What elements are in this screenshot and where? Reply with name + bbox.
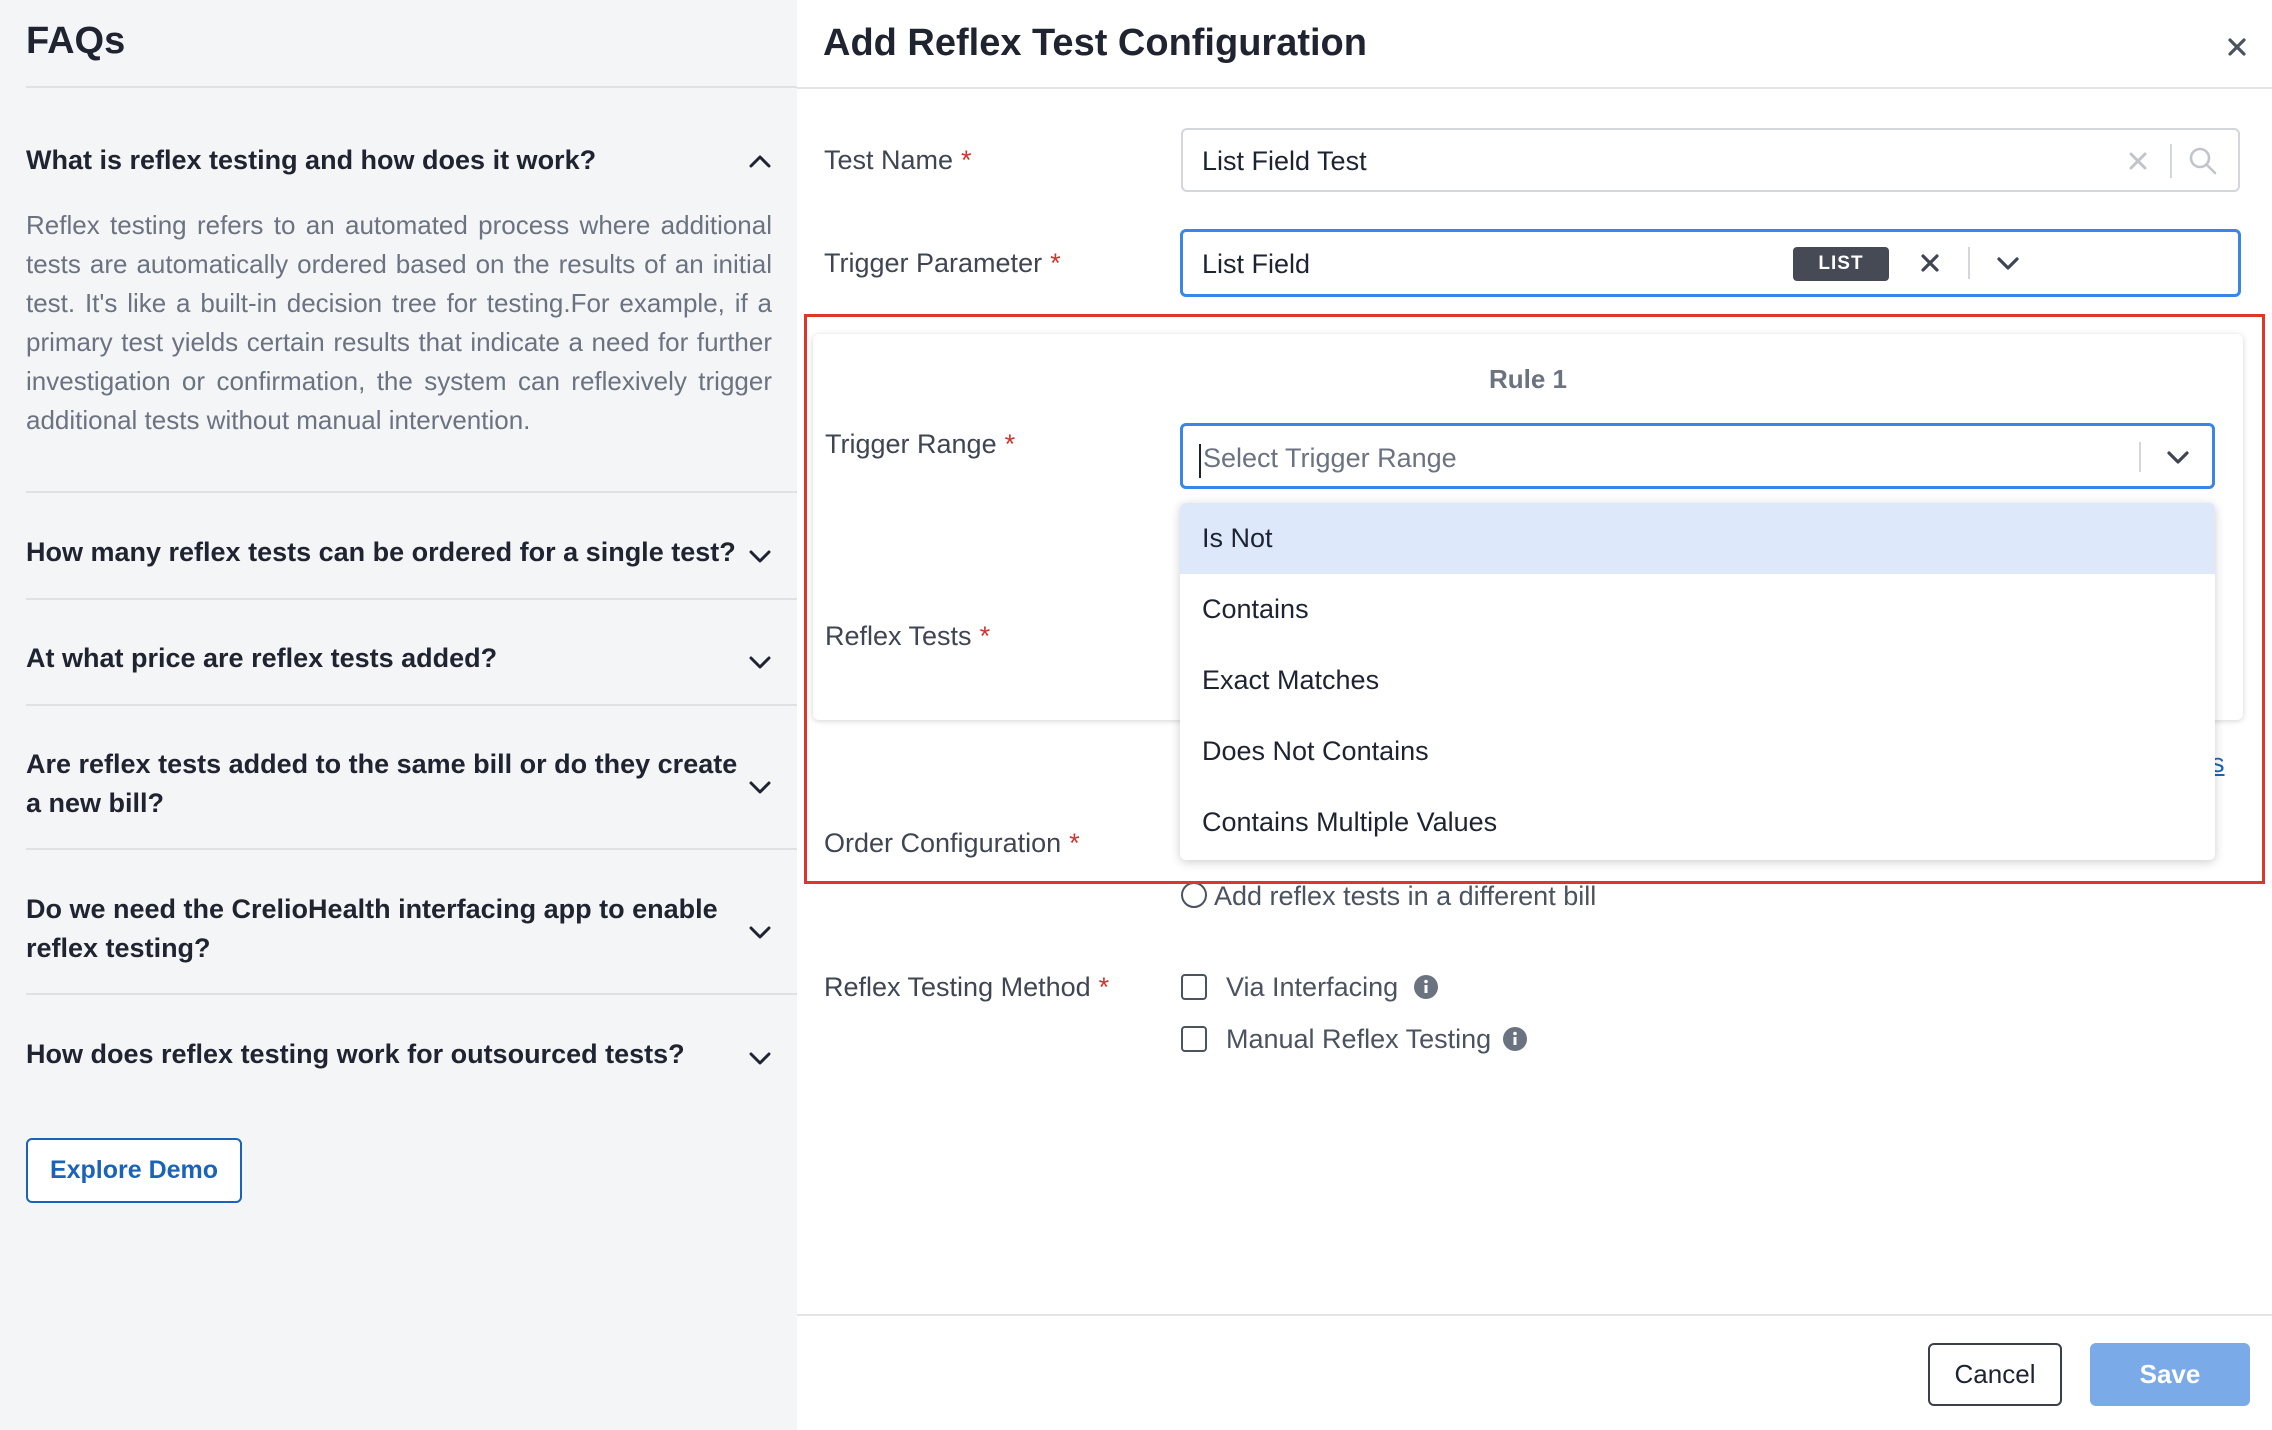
chevron-down-icon[interactable]	[740, 912, 780, 952]
list-badge: LIST	[1793, 247, 1889, 281]
save-button[interactable]: Save	[2090, 1343, 2250, 1406]
faq-title: FAQs	[26, 20, 126, 62]
clear-icon[interactable]	[2123, 146, 2153, 176]
chevron-down-icon[interactable]	[740, 1038, 780, 1078]
separator	[2170, 144, 2172, 178]
cancel-button[interactable]: Cancel	[1928, 1343, 2062, 1406]
trigger-parameter-label-text: Trigger Parameter	[824, 248, 1043, 278]
test-name-value: List Field Test	[1202, 146, 1367, 176]
explore-demo-button[interactable]: Explore Demo	[26, 1138, 242, 1203]
via-interfacing-label: Via Interfacing	[1226, 972, 1399, 1002]
chevron-down-icon[interactable]	[1988, 243, 2028, 283]
faq-question-2[interactable]: How many reflex tests can be ordered for…	[26, 533, 746, 572]
test-name-field[interactable]: List Field Test	[1181, 128, 2240, 192]
trigger-parameter-select[interactable]: List Field LIST	[1180, 229, 2241, 297]
test-name-label: Test Name *	[824, 142, 972, 178]
faq-divider	[26, 993, 797, 995]
separator	[1968, 247, 1970, 279]
highlight-box	[804, 314, 2265, 884]
faq-divider	[26, 598, 797, 600]
chevron-down-icon[interactable]	[740, 642, 780, 682]
faq-question-3[interactable]: At what price are reflex tests added?	[26, 639, 746, 678]
required-mark: *	[961, 145, 972, 175]
faq-panel: FAQs What is reflex testing and how does…	[0, 0, 797, 1430]
required-mark: *	[1098, 972, 1110, 1002]
close-icon[interactable]	[2214, 24, 2260, 70]
manual-reflex-testing-label: Manual Reflex Testing	[1226, 1024, 1492, 1054]
checkbox-via-interfacing[interactable]	[1181, 974, 1207, 1000]
chevron-down-icon[interactable]	[740, 536, 780, 576]
reflex-testing-method-label-text: Reflex Testing Method	[824, 972, 1091, 1002]
test-name-label-text: Test Name	[824, 145, 954, 175]
faq-answer-1: Reflex testing refers to an automated pr…	[26, 210, 772, 435]
clear-icon[interactable]	[1915, 248, 1945, 278]
faq-question-6[interactable]: How does reflex testing work for outsour…	[26, 1035, 746, 1074]
add-reflex-config-modal: Add Reflex Test Configuration Test Name *…	[797, 0, 2272, 1430]
reflex-testing-method-label: Reflex Testing Method *	[824, 969, 1109, 1005]
faq-divider	[26, 491, 797, 493]
faq-question-5[interactable]: Do we need the CrelioHealth interfacing …	[26, 890, 746, 968]
faq-question-1[interactable]: What is reflex testing and how does it w…	[26, 141, 746, 180]
footer-divider	[797, 1314, 2272, 1316]
info-icon[interactable]	[1413, 974, 1439, 1000]
search-icon[interactable]	[2187, 145, 2219, 177]
faq-divider	[26, 704, 797, 706]
faq-divider	[26, 86, 797, 88]
required-mark: *	[1050, 248, 1061, 278]
radio-different-bill[interactable]	[1181, 882, 1207, 908]
checkbox-manual-reflex-testing[interactable]	[1181, 1026, 1207, 1052]
faq-divider	[26, 848, 797, 850]
chevron-down-icon[interactable]	[740, 767, 780, 807]
chevron-up-icon[interactable]	[740, 141, 780, 181]
modal-title: Add Reflex Test Configuration	[823, 22, 1367, 64]
trigger-parameter-label: Trigger Parameter *	[824, 245, 1061, 281]
faq-question-4[interactable]: Are reflex tests added to the same bill …	[26, 745, 746, 823]
header-divider	[797, 87, 2272, 89]
trigger-parameter-value: List Field	[1202, 249, 1311, 279]
info-icon[interactable]	[1502, 1026, 1528, 1052]
